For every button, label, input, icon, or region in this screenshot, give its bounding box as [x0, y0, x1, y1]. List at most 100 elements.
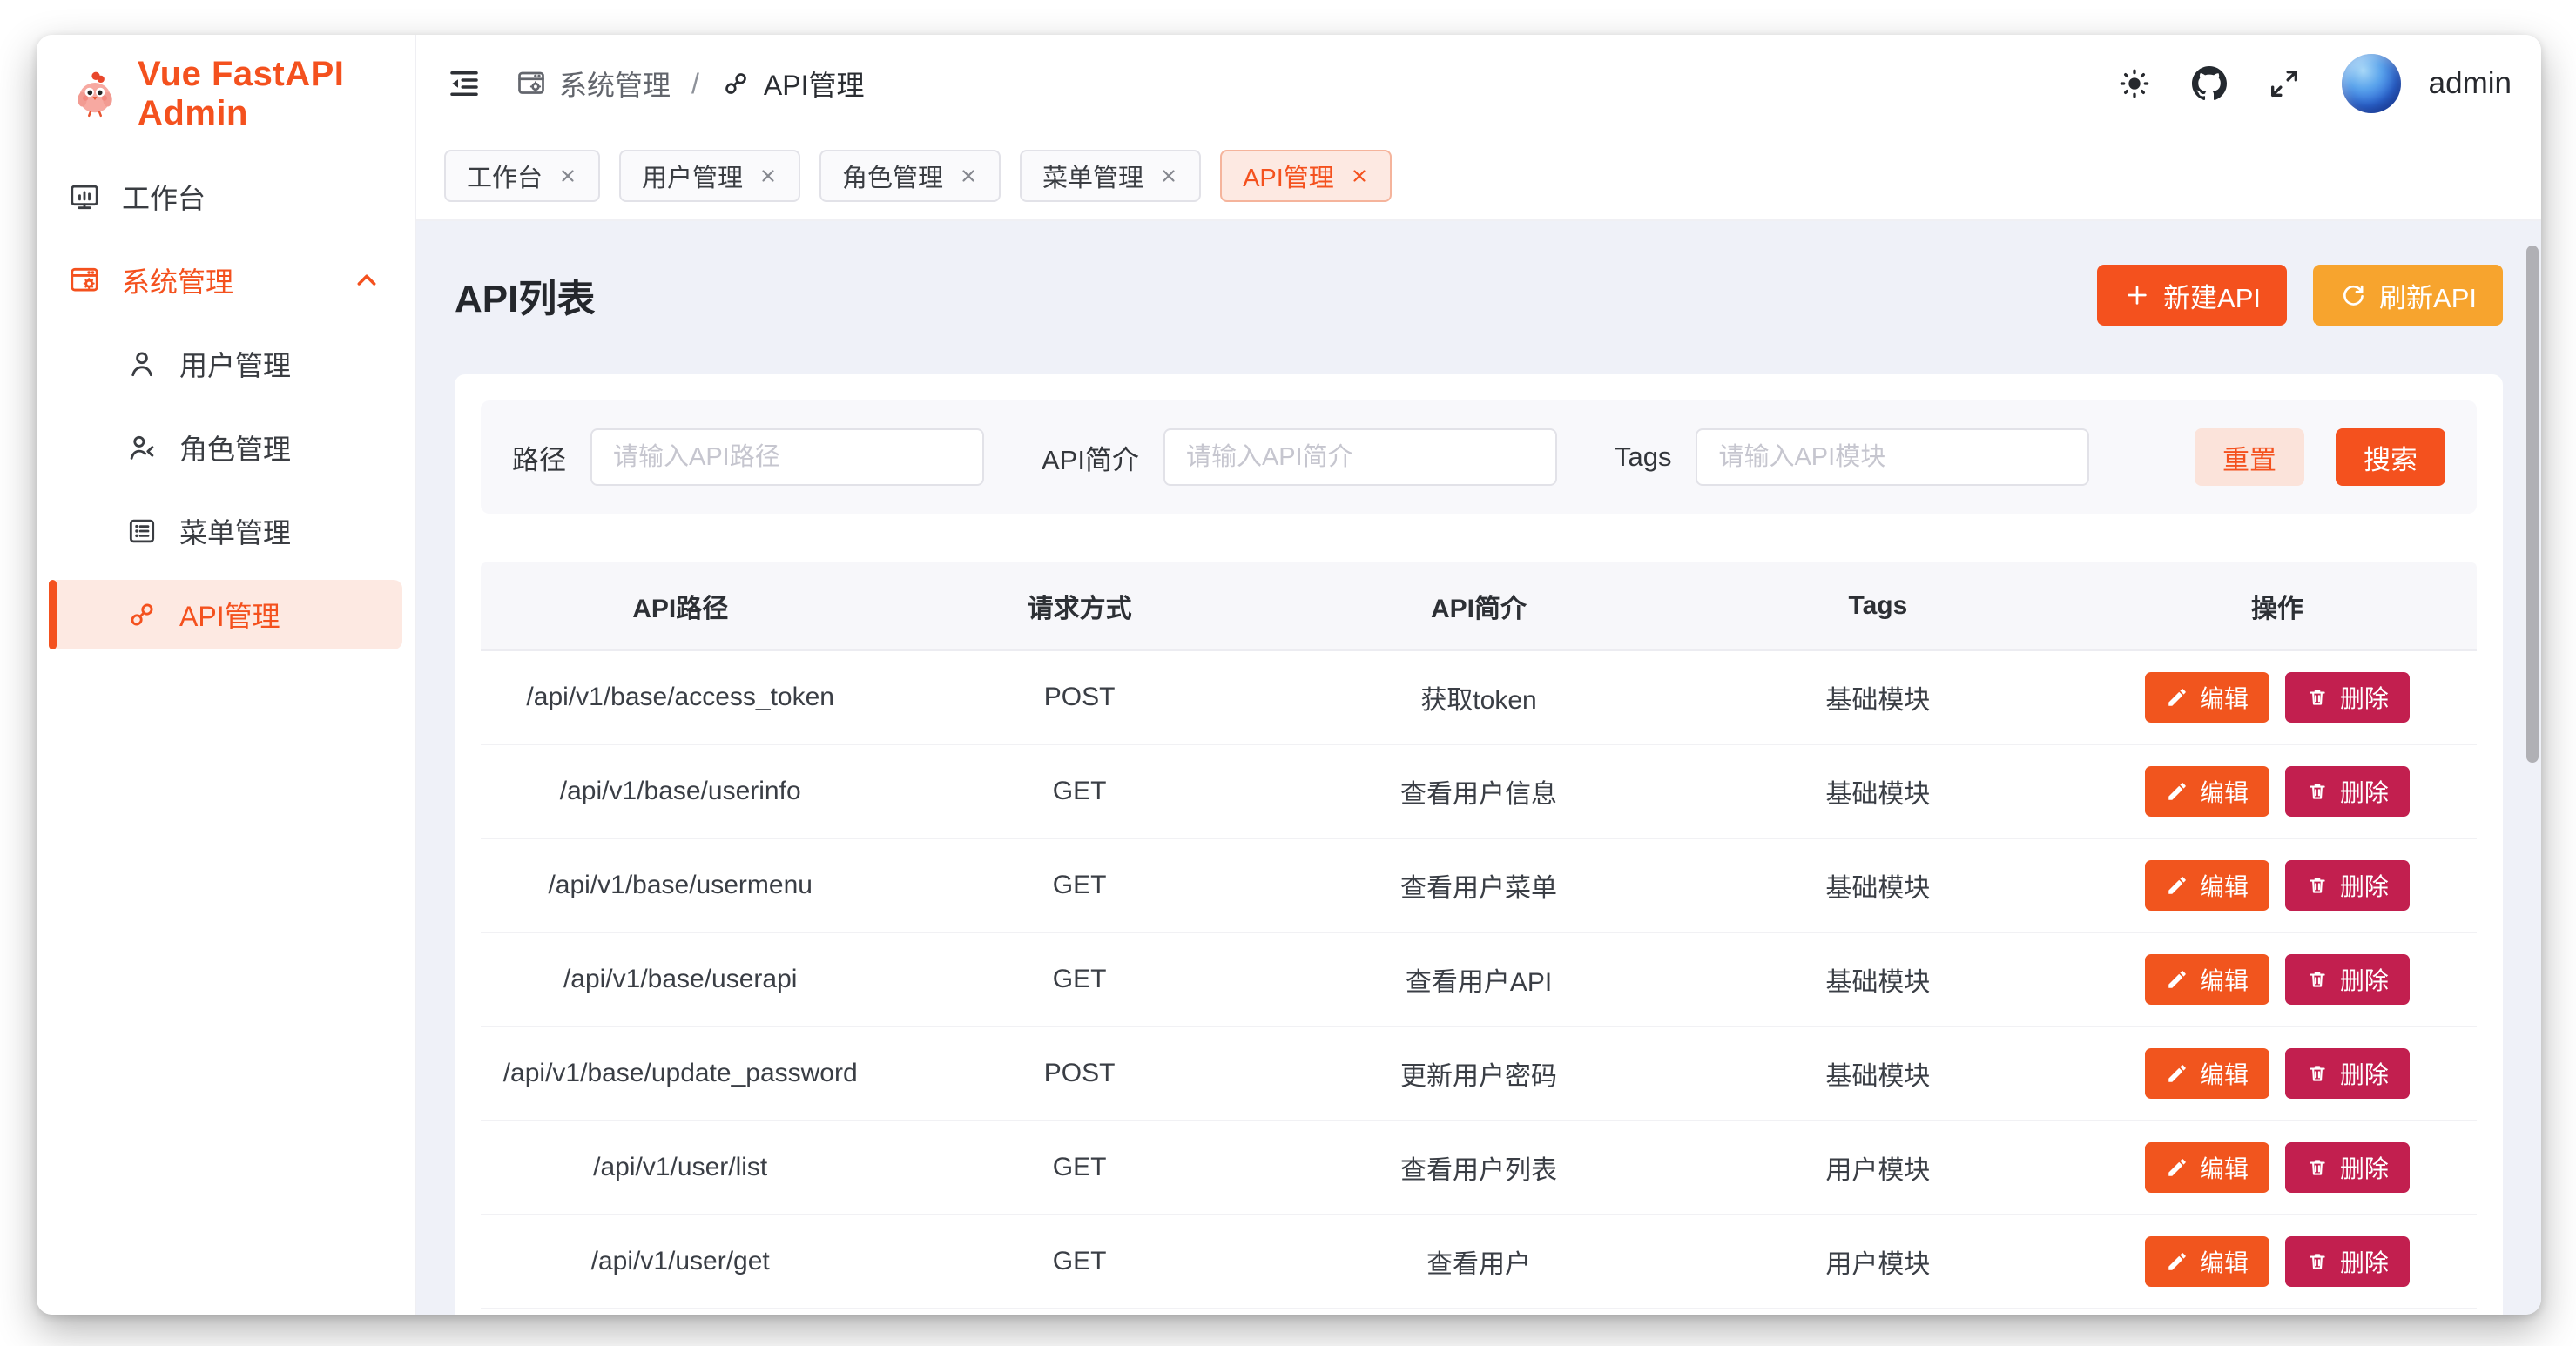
table-row: /api/v1/base/update_password POST 更新用户密码…: [481, 1027, 2477, 1121]
delete-button[interactable]: 删除: [2285, 860, 2410, 911]
actions-cell: 编辑 删除: [2078, 1048, 2477, 1099]
api-path-cell: /api/v1/base/access_token: [481, 683, 880, 712]
github-icon[interactable]: [2192, 66, 2227, 101]
delete-button-label: 删除: [2340, 680, 2389, 715]
sidebar-item-workbench[interactable]: 工作台: [49, 162, 402, 232]
tab-role-management[interactable]: 角色管理: [819, 150, 1001, 202]
edit-button[interactable]: 编辑: [2145, 1142, 2269, 1193]
breadcrumb-system-management[interactable]: 系统管理: [516, 64, 671, 104]
tags-input[interactable]: [1696, 428, 2089, 486]
sidebar-item-system-management[interactable]: 系统管理: [49, 246, 402, 315]
tab-api-management[interactable]: API管理: [1220, 150, 1392, 202]
trash-icon: [2306, 874, 2329, 897]
api-path-cell: /api/v1/user/list: [481, 1153, 880, 1182]
sidebar-item-role-management[interactable]: 角色管理: [49, 413, 402, 482]
method-cell: GET: [880, 965, 1278, 994]
breadcrumb-separator: /: [691, 68, 699, 100]
column-api-path: API路径: [481, 587, 880, 625]
close-icon[interactable]: [759, 166, 778, 185]
delete-button[interactable]: 删除: [2285, 1236, 2410, 1287]
actions-cell: 编辑 删除: [2078, 1142, 2477, 1193]
vertical-scrollbar[interactable]: [2526, 246, 2539, 763]
api-path-cell: /api/v1/base/usermenu: [481, 871, 880, 900]
close-icon[interactable]: [558, 166, 577, 185]
sidebar-collapse-icon[interactable]: [446, 65, 482, 102]
sidebar-item-user-management[interactable]: 用户管理: [49, 329, 402, 399]
summary-label: API简介: [1042, 438, 1139, 477]
username[interactable]: admin: [2429, 66, 2512, 101]
close-icon[interactable]: [1159, 166, 1178, 185]
filter-bar: 路径 API简介 Tags 重置 搜索: [481, 400, 2477, 514]
create-api-button[interactable]: 新建API: [2097, 265, 2287, 326]
table-row: /api/v1/user/get GET 查看用户 用户模块 编辑 删除: [481, 1215, 2477, 1309]
edit-button[interactable]: 编辑: [2145, 672, 2269, 723]
tags-label: Tags: [1615, 441, 1671, 473]
reset-button[interactable]: 重置: [2195, 428, 2304, 486]
api-table: API路径 请求方式 API简介 Tags 操作 /api/v1/base/ac…: [481, 562, 2477, 1309]
tab-menu-management[interactable]: 菜单管理: [1020, 150, 1201, 202]
edit-button-label: 编辑: [2200, 1244, 2249, 1279]
column-actions: 操作: [2078, 587, 2477, 625]
table-row: /api/v1/base/userapi GET 查看用户API 基础模块 编辑: [481, 933, 2477, 1027]
sidebar-item-menu-management[interactable]: 菜单管理: [49, 496, 402, 566]
actions-cell: 编辑 删除: [2078, 954, 2477, 1005]
fullscreen-icon[interactable]: [2267, 66, 2302, 101]
delete-button-label: 删除: [2340, 1056, 2389, 1091]
tab-workbench[interactable]: 工作台: [444, 150, 600, 202]
breadcrumb-label: API管理: [764, 64, 865, 104]
table-row: /api/v1/user/list GET 查看用户列表 用户模块 编辑 删除: [481, 1121, 2477, 1215]
edit-button-label: 编辑: [2200, 680, 2249, 715]
create-api-button-label: 新建API: [2163, 276, 2261, 315]
workbench-icon: [68, 180, 101, 213]
edit-button-label: 编辑: [2200, 774, 2249, 809]
delete-button[interactable]: 删除: [2285, 954, 2410, 1005]
delete-button[interactable]: 删除: [2285, 766, 2410, 817]
filter-path: 路径: [512, 428, 984, 486]
pencil-icon: [2166, 686, 2188, 709]
pencil-icon: [2166, 874, 2188, 897]
actions-cell: 编辑 删除: [2078, 860, 2477, 911]
pencil-icon: [2166, 780, 2188, 803]
method-cell: POST: [880, 683, 1278, 712]
summary-input[interactable]: [1163, 428, 1557, 486]
api-list-card: 路径 API简介 Tags 重置 搜索: [455, 374, 2503, 1315]
edit-button-label: 编辑: [2200, 962, 2249, 997]
table-row: /api/v1/base/usermenu GET 查看用户菜单 基础模块 编辑: [481, 839, 2477, 933]
edit-button-label: 编辑: [2200, 1056, 2249, 1091]
breadcrumb-label: 系统管理: [559, 64, 671, 104]
actions-cell: 编辑 删除: [2078, 1236, 2477, 1287]
api-path-cell: /api/v1/user/get: [481, 1247, 880, 1276]
delete-button[interactable]: 删除: [2285, 1142, 2410, 1193]
edit-button[interactable]: 编辑: [2145, 860, 2269, 911]
tab-label: 角色管理: [842, 158, 943, 194]
close-icon[interactable]: [1350, 166, 1369, 185]
avatar[interactable]: [2342, 54, 2401, 113]
path-label: 路径: [512, 438, 566, 477]
trash-icon: [2306, 968, 2329, 991]
edit-button[interactable]: 编辑: [2145, 954, 2269, 1005]
breadcrumb-api-management[interactable]: API管理: [720, 64, 865, 104]
tab-user-management[interactable]: 用户管理: [619, 150, 800, 202]
table-row: /api/v1/base/userinfo GET 查看用户信息 基础模块 编辑: [481, 745, 2477, 839]
sidebar-item-label: 用户管理: [179, 344, 291, 384]
filter-summary: API简介: [1042, 428, 1557, 486]
system-management-icon: [68, 264, 101, 297]
theme-sun-icon[interactable]: [2117, 66, 2152, 101]
tags-cell: 基础模块: [1678, 866, 2077, 905]
actions-cell: 编辑 删除: [2078, 766, 2477, 817]
tags-cell: 基础模块: [1678, 678, 2077, 717]
method-cell: GET: [880, 871, 1278, 900]
role-icon: [125, 431, 158, 464]
path-input[interactable]: [590, 428, 984, 486]
edit-button[interactable]: 编辑: [2145, 1236, 2269, 1287]
close-icon[interactable]: [959, 166, 978, 185]
refresh-api-button[interactable]: 刷新API: [2313, 265, 2503, 326]
tabbar: 工作台 用户管理 角色管理 菜单管理 API管理: [416, 132, 2541, 221]
edit-button[interactable]: 编辑: [2145, 1048, 2269, 1099]
search-button[interactable]: 搜索: [2336, 428, 2445, 486]
delete-button[interactable]: 删除: [2285, 1048, 2410, 1099]
edit-button[interactable]: 编辑: [2145, 766, 2269, 817]
delete-button[interactable]: 删除: [2285, 672, 2410, 723]
sidebar-item-api-management[interactable]: API管理: [49, 580, 402, 649]
pencil-icon: [2166, 1250, 2188, 1273]
